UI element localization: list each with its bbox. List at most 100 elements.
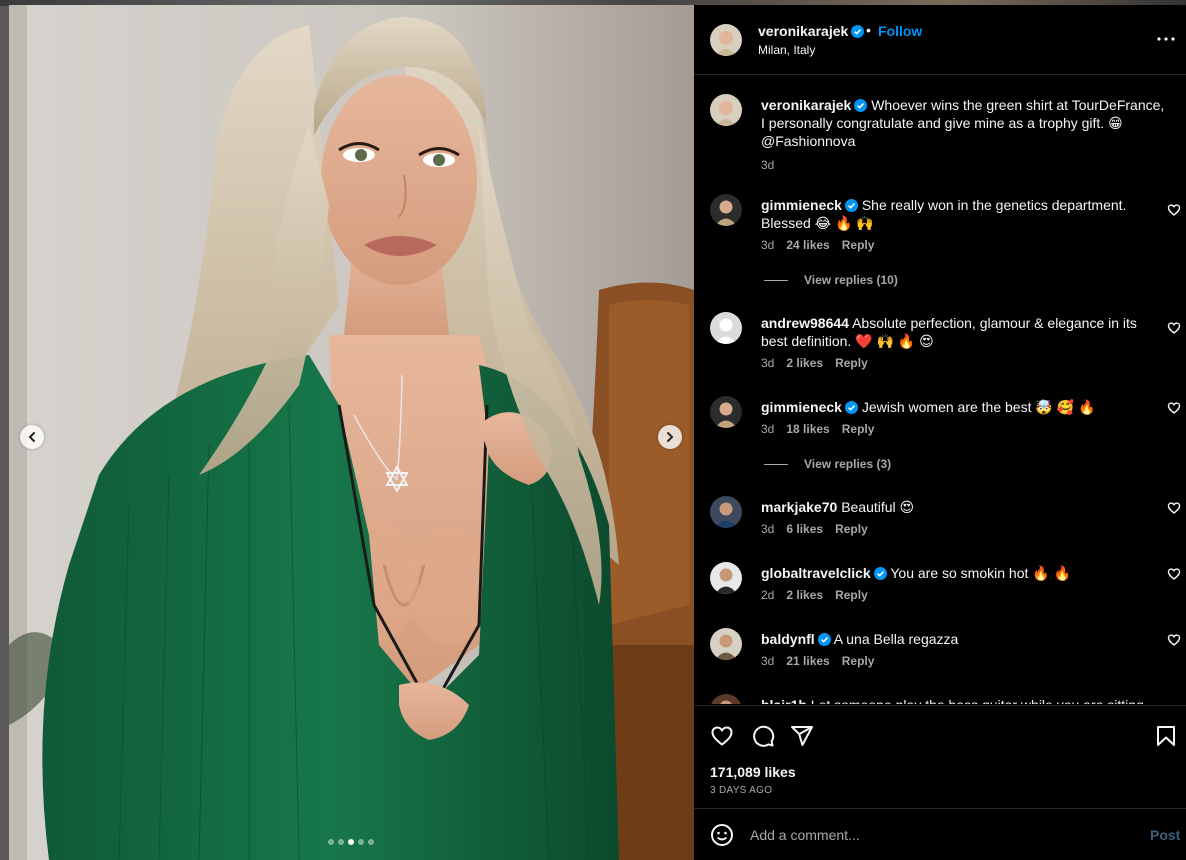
comments-list[interactable]: veronikarajek Whoever wins the green shi… [694,76,1186,704]
comment-likes[interactable]: 24 likes [786,238,829,252]
follow-button[interactable]: Follow [878,23,922,39]
comment-username[interactable]: andrew98644 [761,315,849,331]
comment-username[interactable]: markjake70 [761,499,837,515]
replies-line [764,463,788,465]
comment-body: Jewish women are the best 🤯 🥰 🔥 [861,399,1096,415]
view-replies-button[interactable]: View replies (3) [764,457,891,471]
verified-icon [844,199,858,212]
verified-icon [873,567,887,580]
comment-text: markjake70 Beautiful 😍 [761,498,1151,516]
comment-likes[interactable]: 6 likes [786,522,823,536]
caption-username[interactable]: veronikarajek [761,97,851,113]
carousel-prev-button[interactable] [20,425,44,449]
comment-meta: 3d 18 likes Reply [761,422,874,436]
comment-avatar[interactable] [710,628,742,660]
post-header: veronikarajek • Follow Milan, Italy [694,5,1186,75]
comment-meta: 3d 21 likes Reply [761,654,874,668]
verified-icon [844,401,858,414]
chevron-left-icon [28,432,35,442]
author-avatar[interactable] [710,24,742,56]
reply-button[interactable]: Reply [835,522,868,536]
comment-username[interactable]: gimmieneck [761,399,842,415]
comment-avatar[interactable] [710,562,742,594]
carousel-dot [358,839,364,845]
emoji-icon[interactable] [710,823,734,847]
comment-icon[interactable] [751,724,775,748]
carousel-next-button[interactable] [658,425,682,449]
comment-body: Beautiful 😍 [841,499,915,515]
comment-username[interactable]: baldynfl [761,631,815,647]
carousel-indicator [328,839,374,845]
comment-avatar[interactable] [710,194,742,226]
reply-button[interactable]: Reply [835,356,868,370]
verified-icon [817,633,831,646]
comment-meta: 3d 2 likes Reply [761,356,868,370]
heart-icon[interactable] [1167,501,1181,515]
heart-icon[interactable] [1167,321,1181,335]
verified-icon [851,25,865,38]
comment-time: 3d [761,238,775,252]
caption-avatar[interactable] [710,94,742,126]
comment-likes[interactable]: 2 likes [786,588,823,602]
comment-text: andrew98644 Absolute perfection, glamour… [761,314,1151,350]
comment-body: Let someone play the bass guitar while y… [811,697,1144,704]
comment-text: gimmieneck She really won in the genetic… [761,196,1151,232]
replies-line [764,279,788,281]
heart-icon[interactable] [1167,633,1181,647]
comment-username[interactable]: globaltravelclick [761,565,871,581]
reply-button[interactable]: Reply [842,654,875,668]
heart-icon[interactable] [710,724,734,748]
comment-time: 3d [761,654,775,668]
comment-body: You are so smokin hot 🔥 🔥 [890,565,1072,581]
comment-avatar[interactable] [710,496,742,528]
comment-text: blair1b Let someone play the bass guitar… [761,696,1151,704]
chevron-right-icon [667,432,674,442]
share-icon[interactable] [790,724,814,748]
comment-input[interactable] [750,823,1130,847]
comment-meta: 2d 2 likes Reply [761,588,868,602]
comment-time: 3d [761,356,775,370]
comment-meta: 3d 24 likes Reply [761,238,874,252]
comment-likes[interactable]: 21 likes [786,654,829,668]
bookmark-icon[interactable] [1154,724,1178,748]
heart-icon[interactable] [1167,567,1181,581]
carousel-dot [338,839,344,845]
comment-time: 3d [761,522,775,536]
comment-likes[interactable]: 18 likes [786,422,829,436]
comment-text: gimmieneck Jewish women are the best 🤯 🥰… [761,398,1151,416]
post-actions: 171,089 likes 3 DAYS AGO [694,705,1186,808]
comment-time: 3d [761,422,775,436]
comment-username[interactable]: blair1b [761,697,807,704]
caption-text: veronikarajek Whoever wins the green shi… [761,96,1171,150]
comment-avatar[interactable] [710,312,742,344]
heart-icon[interactable] [1167,203,1181,217]
reply-button[interactable]: Reply [835,588,868,602]
reply-button[interactable]: Reply [842,422,875,436]
post-date: 3 DAYS AGO [710,785,773,796]
caption-time: 3d [761,158,775,172]
comment-body: A una Bella regazza [833,631,959,647]
author-username-text[interactable]: veronikarajek [758,23,848,39]
more-icon[interactable] [1154,27,1178,51]
view-replies-button[interactable]: View replies (10) [764,273,898,287]
reply-button[interactable]: Reply [842,238,875,252]
comment-text: globaltravelclick You are so smokin hot … [761,564,1151,582]
author-username[interactable]: veronikarajek [758,23,865,39]
post-media[interactable] [9,5,694,860]
caption-meta: 3d [761,158,774,172]
view-replies-label: View replies (3) [804,457,892,471]
comment-likes[interactable]: 2 likes [786,356,823,370]
post-photo [9,5,694,860]
comment-avatar[interactable] [710,396,742,428]
comment-avatar[interactable] [710,694,742,704]
heart-icon[interactable] [1167,401,1181,415]
add-comment-bar: Post [694,808,1186,860]
post-comment-button[interactable]: Post [1150,827,1180,843]
comment-time: 2d [761,588,775,602]
carousel-dot [368,839,374,845]
post-location[interactable]: Milan, Italy [758,43,815,57]
likes-count[interactable]: 171,089 likes [710,764,796,780]
verified-icon [854,99,868,112]
view-replies-label: View replies (10) [804,273,898,287]
comment-username[interactable]: gimmieneck [761,197,842,213]
